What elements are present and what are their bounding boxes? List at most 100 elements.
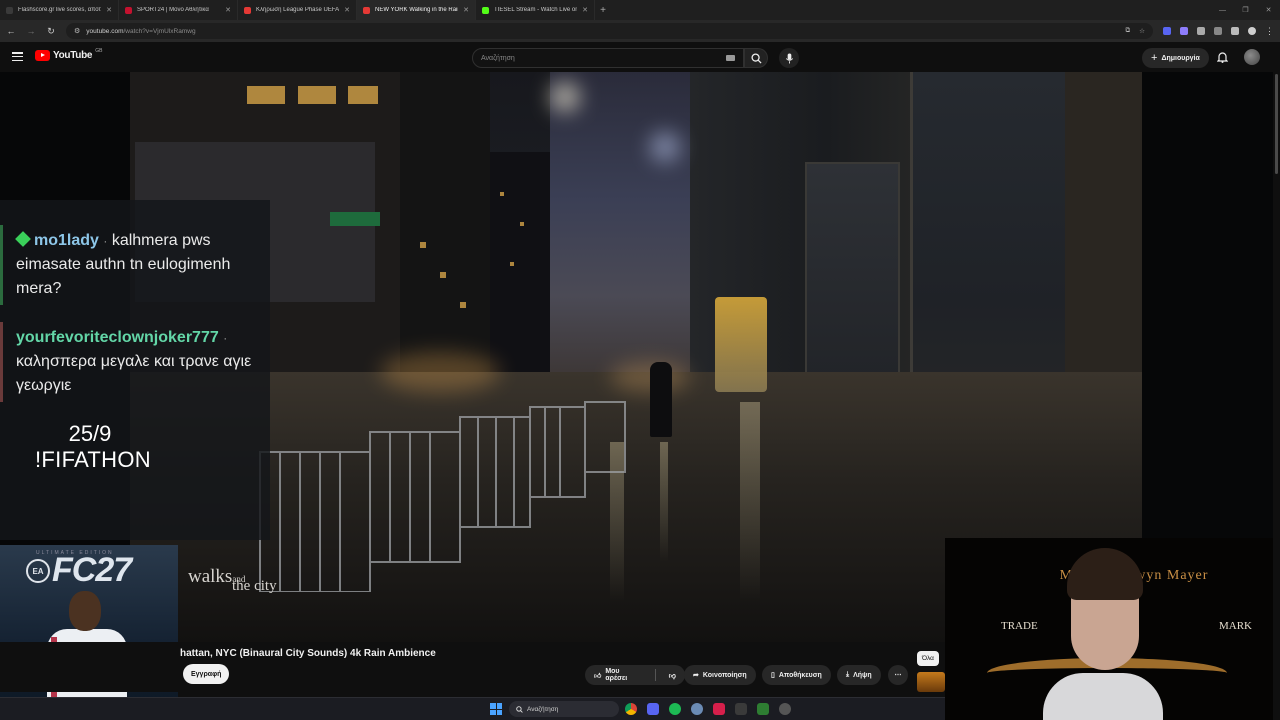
site-info-icon[interactable]: ⚙ — [74, 27, 80, 35]
app-icon[interactable] — [713, 703, 725, 715]
address-bar[interactable]: ⚙ youtube.com/watch?v=VjmUlxRamwg ⧉ ☆ — [66, 23, 1153, 39]
app-icon[interactable] — [735, 703, 747, 715]
download-label: Λήψη — [853, 671, 872, 679]
youtube-icon — [363, 6, 370, 14]
share-button[interactable]: ➦ Κοινοποίηση — [684, 665, 756, 685]
download-button[interactable]: ⤓ Λήψη — [837, 665, 881, 685]
profile-icon[interactable] — [1248, 27, 1256, 35]
flashscore-icon — [6, 6, 13, 14]
screen: Flashscore.gr live scores, αποτε ✕ SPORT… — [0, 0, 1280, 720]
media-control-icon[interactable] — [1231, 27, 1239, 35]
game-title: FC27 — [52, 551, 132, 589]
save-button[interactable]: ▯ Αποθήκευση — [762, 665, 831, 685]
tab-title: SPORT24 | Μόνο Αθλητικά — [137, 7, 209, 13]
close-window-icon[interactable]: ✕ — [1257, 0, 1280, 20]
close-tab-icon[interactable]: ✕ — [106, 6, 112, 14]
search-input[interactable]: Αναζήτηση — [472, 48, 744, 68]
extensions-area: ⋮ — [1163, 26, 1274, 37]
youtube-icon — [244, 6, 251, 14]
install-app-icon[interactable]: ⧉ — [1126, 27, 1131, 35]
create-button[interactable]: + Δημιουργία — [1142, 48, 1209, 68]
youtube-logo[interactable]: YouTube GB — [35, 48, 102, 61]
fifathon-overlay: 25/9 !FIFATHON — [35, 421, 151, 473]
chat-message: mo1lady · kalhmera pws eimasate authn tn… — [0, 225, 268, 305]
search-icon — [516, 705, 523, 713]
sport24-icon — [125, 6, 132, 14]
chat-username: yourfevoriteclownjoker777 — [16, 329, 219, 346]
extension-icon[interactable] — [1197, 27, 1205, 35]
page-scrollbar[interactable] — [1273, 72, 1280, 720]
back-icon[interactable]: ← — [6, 26, 16, 36]
notifications-bell-icon[interactable] — [1217, 51, 1228, 63]
extension-icon[interactable] — [1180, 27, 1188, 35]
filter-chip-all[interactable]: Όλα — [917, 651, 939, 666]
chat-badge-icon — [15, 231, 31, 247]
chat-username: mo1lady — [34, 232, 99, 249]
minimize-icon[interactable]: — — [1211, 0, 1234, 20]
hamburger-menu-icon[interactable] — [12, 52, 23, 61]
recommended-thumbnail[interactable] — [917, 672, 945, 692]
forward-icon[interactable]: → — [26, 26, 36, 36]
tab-title: Κλήρωση League Phase UEFA C — [256, 7, 340, 13]
youtube-header: YouTube GB Αναζήτηση + Δημιουργία — [0, 42, 1280, 72]
reload-icon[interactable]: ↻ — [46, 26, 56, 37]
keyboard-icon[interactable] — [726, 55, 735, 61]
thumbs-up-icon[interactable]: 👍︎ — [594, 671, 601, 680]
voice-search-button[interactable] — [779, 48, 799, 68]
close-tab-icon[interactable]: ✕ — [463, 6, 469, 14]
share-label: Κοινοποίηση — [702, 671, 747, 679]
close-tab-icon[interactable]: ✕ — [225, 6, 231, 14]
extension-icon[interactable] — [1163, 27, 1171, 35]
app-icon[interactable] — [779, 703, 791, 715]
microphone-icon — [785, 52, 793, 64]
youtube-wordmark: YouTube — [53, 50, 93, 61]
browser-toolbar: ← → ↻ ⚙ youtube.com/watch?v=VjmUlxRamwg … — [0, 20, 1280, 42]
youtube-play-icon — [35, 50, 50, 61]
more-horizontal-icon: ⋯ — [894, 672, 902, 679]
search-icon — [750, 52, 762, 64]
discord-icon[interactable] — [647, 703, 659, 715]
app-icon[interactable] — [757, 703, 769, 715]
chat-message: yourfevoriteclownjoker777 · καλησπερα με… — [0, 322, 268, 402]
chat-text: καλησπερα μεγαλε και τρανε αγιε γεωργιε — [16, 353, 252, 394]
chrome-icon[interactable] — [625, 703, 637, 715]
streamer-face — [1043, 548, 1163, 720]
browser-tab-new-york-active[interactable]: NEW YORK Walking in the Rain ✕ — [357, 0, 476, 20]
account-avatar[interactable] — [1244, 49, 1260, 65]
puzzle-icon[interactable] — [1214, 27, 1222, 35]
fifathon-command: !FIFATHON — [35, 447, 151, 472]
new-tab-button[interactable]: + — [595, 5, 611, 16]
walks-and-the-city-watermark: walksand the city — [188, 566, 277, 594]
spotify-icon[interactable] — [669, 703, 681, 715]
fc27-cover-overlay: ULTIMATE EDITION EA FC27 — [0, 545, 178, 720]
browser-tab-flashscore[interactable]: Flashscore.gr live scores, αποτε ✕ — [0, 0, 119, 20]
tab-title: Flashscore.gr live scores, αποτε — [18, 7, 102, 13]
browser-tab-sport24[interactable]: SPORT24 | Μόνο Αθλητικά ✕ — [119, 0, 238, 20]
like-dislike-group: 👍︎ Μου αρέσει 👎︎ — [585, 665, 685, 685]
browser-tab-strip: Flashscore.gr live scores, αποτε ✕ SPORT… — [0, 0, 1280, 20]
streamer-webcam: Metro Goldwyn Mayer TRADE MARK — [945, 538, 1280, 720]
close-tab-icon[interactable]: ✕ — [344, 6, 350, 14]
close-tab-icon[interactable]: ✕ — [582, 6, 588, 14]
browser-menu-icon[interactable]: ⋮ — [1265, 26, 1274, 37]
create-label: Δημιουργία — [1161, 54, 1200, 62]
thumbs-down-icon[interactable]: 👎︎ — [660, 671, 685, 680]
bookmark-star-icon[interactable]: ☆ — [1139, 27, 1145, 35]
kick-icon — [482, 6, 489, 14]
share-icon: ➦ — [693, 672, 699, 679]
video-title: hattan, NYC (Binaural City Sounds) 4k Ra… — [180, 648, 436, 659]
windows-start-icon[interactable] — [490, 703, 502, 715]
search-placeholder: Αναζήτηση — [481, 54, 515, 62]
restore-icon[interactable]: ❐ — [1234, 0, 1257, 20]
fifathon-date: 25/9 — [68, 421, 112, 446]
browser-tab-tiesel-stream[interactable]: TIESEL Stream - Watch Live on ✕ — [476, 0, 595, 20]
like-button[interactable]: Μου αρέσει — [605, 668, 642, 682]
subscribe-button[interactable]: Εγγραφή — [183, 664, 230, 684]
taskbar-search-placeholder: Αναζήτηση — [527, 705, 559, 713]
settings-icon[interactable] — [691, 703, 703, 715]
more-actions-button[interactable]: ⋯ — [888, 665, 908, 685]
browser-tab-uefa-draw[interactable]: Κλήρωση League Phase UEFA C ✕ — [238, 0, 357, 20]
taskbar-search[interactable]: Αναζήτηση — [509, 701, 619, 717]
search-button[interactable] — [744, 48, 768, 68]
url-host: youtube.com — [86, 27, 124, 35]
